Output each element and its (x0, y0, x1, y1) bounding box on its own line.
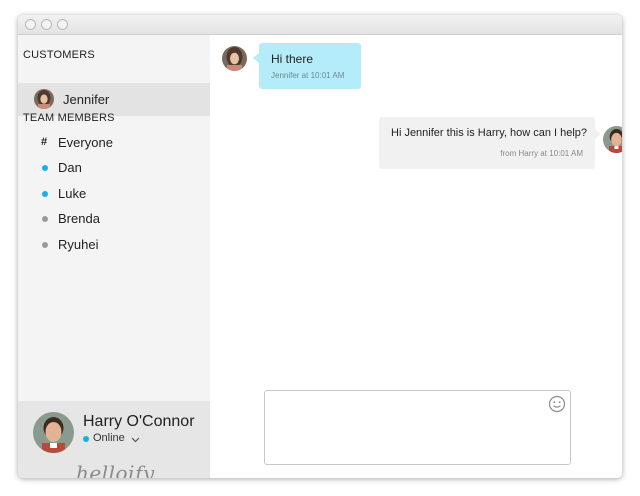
offline-status-dot (42, 242, 48, 248)
close-window-button[interactable] (25, 19, 36, 30)
chat-pane: Hi there Jennifer at 10:01 AM Hi Jennife… (210, 35, 622, 478)
message-composer[interactable] (264, 390, 571, 465)
member-label: Dan (58, 160, 82, 175)
hash-icon: # (41, 136, 48, 148)
jennifer-avatar (34, 89, 54, 109)
jennifer-avatar (222, 46, 247, 71)
smiley-icon[interactable] (548, 395, 566, 413)
sidebar-item-dan[interactable]: Dan (18, 157, 210, 179)
harry-avatar[interactable] (33, 412, 74, 453)
harry-avatar (603, 126, 622, 153)
title-bar (18, 15, 622, 35)
message-text: Hi Jennifer this is Harry, how can I hel… (391, 127, 588, 139)
online-status-dot (42, 165, 48, 171)
sidebar-item-brenda[interactable]: Brenda (18, 208, 210, 230)
customers-heading: CUSTOMERS (23, 49, 95, 61)
member-label: Everyone (58, 135, 113, 150)
member-label: Brenda (58, 211, 100, 226)
online-status-dot (83, 436, 89, 442)
sidebar-item-everyone[interactable]: # Everyone (18, 132, 210, 154)
message-text: Hi there (271, 52, 314, 66)
helloify-logo: helloify (76, 461, 155, 478)
minimize-window-button[interactable] (41, 19, 52, 30)
status-label: Online (93, 432, 125, 444)
message-meta: from Harry at 10:01 AM (500, 149, 583, 158)
team-members-heading: TEAM MEMBERS (23, 112, 115, 124)
app-window: CUSTOMERS Jennifer TEAM MEMBERS # Everyo… (18, 15, 622, 478)
sidebar-item-luke[interactable]: Luke (18, 183, 210, 205)
chevron-down-icon (131, 431, 140, 449)
member-label: Luke (58, 186, 87, 201)
message-bubble-outgoing: Hi Jennifer this is Harry, how can I hel… (379, 117, 601, 169)
message-bubble-incoming: Hi there Jennifer at 10:01 AM (253, 43, 361, 89)
online-status-dot (42, 191, 48, 197)
sidebar: CUSTOMERS Jennifer TEAM MEMBERS # Everyo… (18, 35, 210, 478)
current-user-panel: Harry O'Connor Online helloify (18, 401, 210, 478)
member-label: Ryuhei (58, 237, 99, 252)
message-input[interactable] (265, 391, 570, 464)
message-meta: Jennifer at 10:01 AM (271, 71, 345, 80)
customer-name: Jennifer (63, 92, 110, 107)
sidebar-item-ryuhei[interactable]: Ryuhei (18, 234, 210, 256)
zoom-window-button[interactable] (57, 19, 68, 30)
offline-status-dot (42, 216, 48, 222)
user-name: Harry O'Connor (83, 413, 195, 430)
